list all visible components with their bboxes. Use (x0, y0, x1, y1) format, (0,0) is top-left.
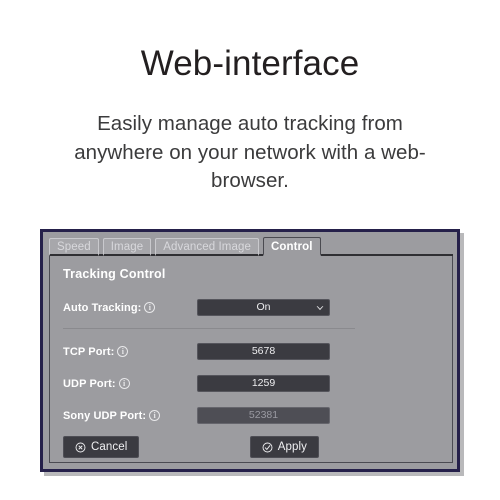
auto-tracking-label-group: Auto Tracking: i (63, 302, 197, 314)
circle-x-icon (75, 442, 86, 453)
page-subtitle: Easily manage auto tracking from anywher… (74, 112, 426, 192)
tab-bar: Speed Image Advanced Image Control (49, 237, 453, 256)
circle-check-icon (262, 442, 273, 453)
udp-port-label: UDP Port: (63, 377, 116, 390)
tab-speed-label: Speed (57, 241, 91, 253)
sony-udp-port-input: 52381 (197, 407, 330, 424)
info-icon[interactable]: i (144, 302, 156, 313)
row-tcp-port: TCP Port: i 5678 (63, 340, 438, 363)
auto-tracking-select[interactable]: On (197, 299, 330, 316)
udp-port-label-group: UDP Port: i (63, 378, 197, 390)
sony-udp-port-label-group: Sony UDP Port: i (63, 410, 197, 422)
tcp-port-input[interactable]: 5678 (197, 343, 330, 360)
page-title: Web-interface (140, 44, 360, 83)
tab-advanced-image[interactable]: Advanced Image (155, 238, 259, 256)
info-icon[interactable]: i (149, 410, 161, 421)
tab-speed[interactable]: Speed (49, 238, 99, 256)
hero-section: Web-interface Easily manage auto trackin… (0, 0, 500, 195)
panel-heading: Tracking Control (63, 267, 166, 281)
tcp-port-label-group: TCP Port: i (63, 346, 197, 358)
auto-tracking-label: Auto Tracking: (63, 301, 142, 314)
cancel-button[interactable]: Cancel (63, 436, 140, 458)
info-icon[interactable]: i (117, 346, 129, 357)
row-sony-udp-port: Sony UDP Port: i 52381 (63, 404, 438, 427)
tab-image-label: Image (110, 241, 144, 253)
tcp-port-value: 5678 (251, 345, 276, 357)
row-auto-tracking: Auto Tracking: i On (63, 296, 438, 319)
tab-control-label: Control (270, 241, 313, 253)
row-udp-port: UDP Port: i 1259 (63, 372, 438, 395)
tab-image[interactable]: Image (102, 238, 152, 256)
tab-advanced-image-label: Advanced Image (163, 241, 251, 253)
section-divider (63, 328, 355, 329)
udp-port-input[interactable]: 1259 (197, 375, 330, 392)
apply-button[interactable]: Apply (249, 436, 319, 458)
tracking-control-panel: Tracking Control Auto Tracking: i On TCP… (49, 256, 453, 463)
apply-button-label: Apply (277, 441, 307, 453)
browser-window-frame: Speed Image Advanced Image Control Track… (40, 229, 460, 472)
tcp-port-label: TCP Port: (63, 345, 115, 358)
info-icon[interactable]: i (118, 378, 130, 389)
cancel-button-label: Cancel (91, 441, 128, 453)
sony-udp-port-label: Sony UDP Port: (63, 409, 147, 422)
sony-udp-port-value: 52381 (248, 409, 279, 421)
auto-tracking-value: On (256, 301, 271, 313)
panel-button-bar: Cancel Apply (63, 436, 319, 458)
tab-control[interactable]: Control (262, 237, 321, 256)
web-interface-screenshot: Speed Image Advanced Image Control Track… (40, 229, 464, 476)
udp-port-value: 1259 (251, 377, 276, 389)
chevron-down-icon (316, 304, 324, 311)
